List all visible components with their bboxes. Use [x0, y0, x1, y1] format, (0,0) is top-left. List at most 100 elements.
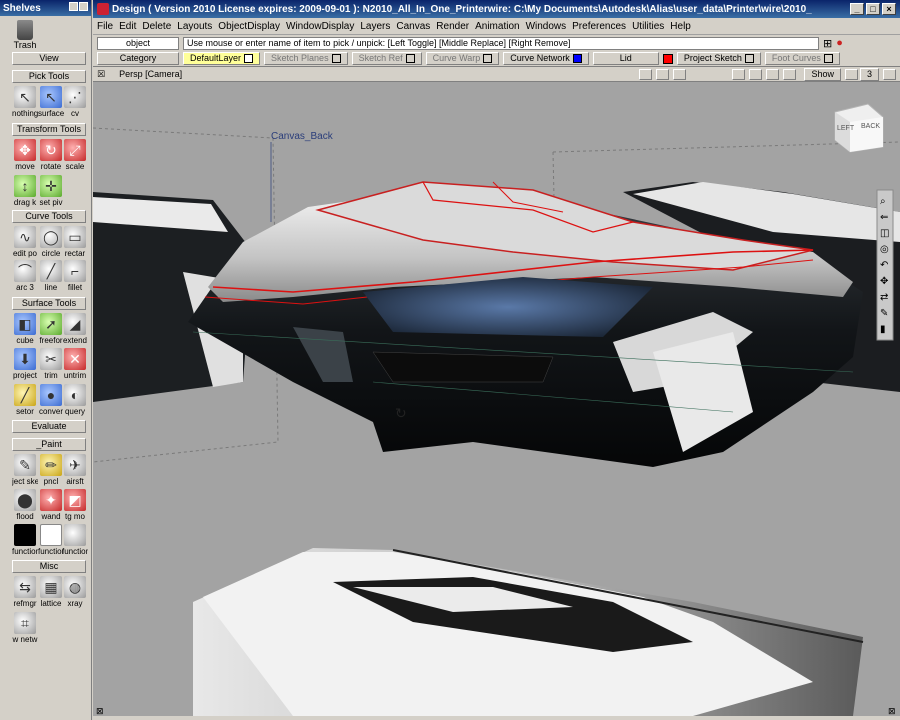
- viewport-resize-icon[interactable]: ⊠: [96, 706, 104, 716]
- tool-xray[interactable]: ◍ xray: [62, 576, 88, 608]
- layer-lid-swatch[interactable]: [662, 53, 673, 64]
- menu-animation[interactable]: Animation: [475, 21, 525, 32]
- camera-icon[interactable]: ◫: [880, 228, 889, 239]
- tool-edit-point[interactable]: ∿ edit po: [12, 226, 38, 258]
- tool-tg-mo[interactable]: ◩ tg mo: [62, 489, 88, 521]
- shelf-header-pick-tools[interactable]: Pick Tools: [12, 70, 86, 83]
- tool-rotate[interactable]: ↻ rotate: [38, 139, 64, 171]
- help-icon[interactable]: ⊞: [823, 37, 832, 50]
- tool-fillet[interactable]: ⌐ fillet: [62, 260, 88, 292]
- view-max-icon[interactable]: [883, 68, 896, 80]
- layer-project-sketch[interactable]: Project Sketch: [676, 52, 761, 65]
- tool-wand[interactable]: ✦ wand: [38, 489, 64, 521]
- record-icon[interactable]: ●: [836, 37, 843, 49]
- prompt-line[interactable]: Use mouse or enter name of item to pick …: [183, 36, 819, 50]
- back-arrow-icon[interactable]: ⇐: [880, 212, 888, 223]
- tool-query[interactable]: ◐ query: [62, 384, 88, 416]
- view-look-icon[interactable]: [673, 68, 687, 80]
- shelf-tab-view[interactable]: View: [12, 52, 86, 65]
- menu-preferences[interactable]: Preferences: [572, 21, 632, 32]
- tool-function-2[interactable]: function: [38, 524, 64, 556]
- tool-cube[interactable]: ◧ cube: [12, 313, 38, 345]
- tool-project[interactable]: ⬇ project: [12, 348, 38, 380]
- view-cube[interactable]: LEFT BACK: [834, 103, 884, 153]
- close-icon[interactable]: [79, 2, 88, 11]
- tool-lattice[interactable]: ▦ lattice: [38, 576, 64, 608]
- shelf-header-surface-tools[interactable]: Surface Tools: [12, 297, 86, 310]
- view-fit-icon[interactable]: [639, 68, 653, 80]
- tool-convert[interactable]: ● conver: [38, 384, 64, 416]
- shelf-header-transform-tools[interactable]: Transform Tools: [12, 123, 86, 136]
- tool-function-1[interactable]: function: [12, 524, 38, 556]
- eye-icon[interactable]: ✎: [880, 308, 888, 319]
- menu-layers[interactable]: Layers: [360, 21, 396, 32]
- tool-line[interactable]: ╱ line: [38, 260, 64, 292]
- tool-pick-nothing[interactable]: ↖ nothing: [12, 86, 38, 118]
- menu-render[interactable]: Render: [436, 21, 475, 32]
- canvas-back-label[interactable]: Canvas_Back: [271, 131, 334, 142]
- menu-delete[interactable]: Delete: [142, 21, 177, 32]
- tool-function-3[interactable]: function: [62, 524, 88, 556]
- tool-pencil[interactable]: ✏ pncl: [38, 454, 64, 486]
- minimize-icon[interactable]: [69, 2, 78, 11]
- tool-pick-cv[interactable]: ⋰ cv: [62, 86, 88, 118]
- show-button[interactable]: Show: [804, 67, 841, 81]
- viewport-3d[interactable]: Canvas_Back ↻ LEFT BACK ⌕ ⇐ ◫ ◎ ↶ ✥ ⇄ ✎ …: [93, 82, 900, 716]
- dolly-icon[interactable]: ⇄: [880, 292, 888, 303]
- layer-sketch-planes[interactable]: Sketch Planes: [264, 52, 348, 65]
- view-zoom-icon[interactable]: [656, 68, 670, 80]
- shelf-header-misc[interactable]: Misc: [12, 560, 86, 573]
- menu-objectdisplay[interactable]: ObjectDisplay: [218, 21, 286, 32]
- view-grid-icon[interactable]: [766, 68, 780, 80]
- menu-windowdisplay[interactable]: WindowDisplay: [286, 21, 360, 32]
- tool-pick-surface[interactable]: ↖ surface: [38, 86, 64, 118]
- layer-sketch-ref[interactable]: Sketch Ref: [351, 52, 422, 65]
- zoom-fit-icon[interactable]: ⌕: [880, 196, 886, 207]
- tool-network[interactable]: ⌗ w netw: [12, 612, 38, 644]
- close-button[interactable]: ×: [882, 3, 896, 15]
- shelf-header-paint[interactable]: _Paint: [12, 438, 86, 451]
- window-title-bar[interactable]: Design ( Version 2010 License expires: 2…: [93, 0, 900, 18]
- trash-button[interactable]: Trash: [12, 20, 38, 50]
- pick-mode-field[interactable]: object: [97, 36, 179, 50]
- tool-flood[interactable]: ⬤ flood: [12, 489, 38, 521]
- shelf-header-evaluate[interactable]: Evaluate: [12, 420, 86, 433]
- tool-set-pivot[interactable]: ✛ set piv: [38, 175, 64, 207]
- tool-rectangle[interactable]: ▭ rectar: [62, 226, 88, 258]
- viewport-corner-icon[interactable]: ⊠: [888, 706, 896, 716]
- menu-help[interactable]: Help: [670, 21, 697, 32]
- viewport-label[interactable]: Persp [Camera]: [119, 69, 182, 79]
- pan-icon[interactable]: ✥: [880, 276, 888, 287]
- minimize-button[interactable]: _: [850, 3, 864, 15]
- menu-canvas[interactable]: Canvas: [396, 21, 436, 32]
- undo-view-icon[interactable]: ↶: [880, 260, 888, 271]
- layer-foot-curves[interactable]: Foot Curves: [764, 52, 840, 65]
- layer-lid[interactable]: Lid: [592, 52, 659, 65]
- menu-file[interactable]: File: [97, 21, 119, 32]
- tool-move[interactable]: ✥ move: [12, 139, 38, 171]
- view-shade-icon[interactable]: [732, 68, 746, 80]
- tool-refmgr[interactable]: ⇆ refmgr: [12, 576, 38, 608]
- view-layout-icon[interactable]: [844, 68, 858, 80]
- tool-freeform[interactable]: ➚ freefor: [38, 313, 64, 345]
- shelves-title-bar[interactable]: Shelves: [0, 0, 91, 16]
- maximize-button[interactable]: □: [866, 3, 880, 15]
- layer-category-button[interactable]: Category: [97, 52, 179, 65]
- tool-extend[interactable]: ◢ extend: [62, 313, 88, 345]
- menu-windows[interactable]: Windows: [526, 21, 573, 32]
- layer-curve-warp[interactable]: Curve Warp: [425, 52, 500, 65]
- layer-curve-network[interactable]: Curve Network: [503, 52, 589, 65]
- tool-drag[interactable]: ↕ drag k: [12, 175, 38, 207]
- shelf-header-curve-tools[interactable]: Curve Tools: [12, 210, 86, 223]
- bookmark-icon[interactable]: ▮: [880, 324, 886, 335]
- viewport-close-icon[interactable]: ☒: [97, 69, 105, 80]
- page-number[interactable]: 3: [859, 67, 879, 81]
- tool-arc3[interactable]: ⌒ arc 3: [12, 260, 38, 292]
- orbit-icon[interactable]: ◎: [880, 244, 889, 255]
- tool-airbrush[interactable]: ✈ airsft: [62, 454, 88, 486]
- tool-setor[interactable]: ╱ setor: [12, 384, 38, 416]
- view-wire-icon[interactable]: [749, 68, 763, 80]
- layer-default[interactable]: DefaultLayer: [183, 52, 261, 65]
- tool-circle[interactable]: ◯ circle: [38, 226, 64, 258]
- menu-utilities[interactable]: Utilities: [632, 21, 670, 32]
